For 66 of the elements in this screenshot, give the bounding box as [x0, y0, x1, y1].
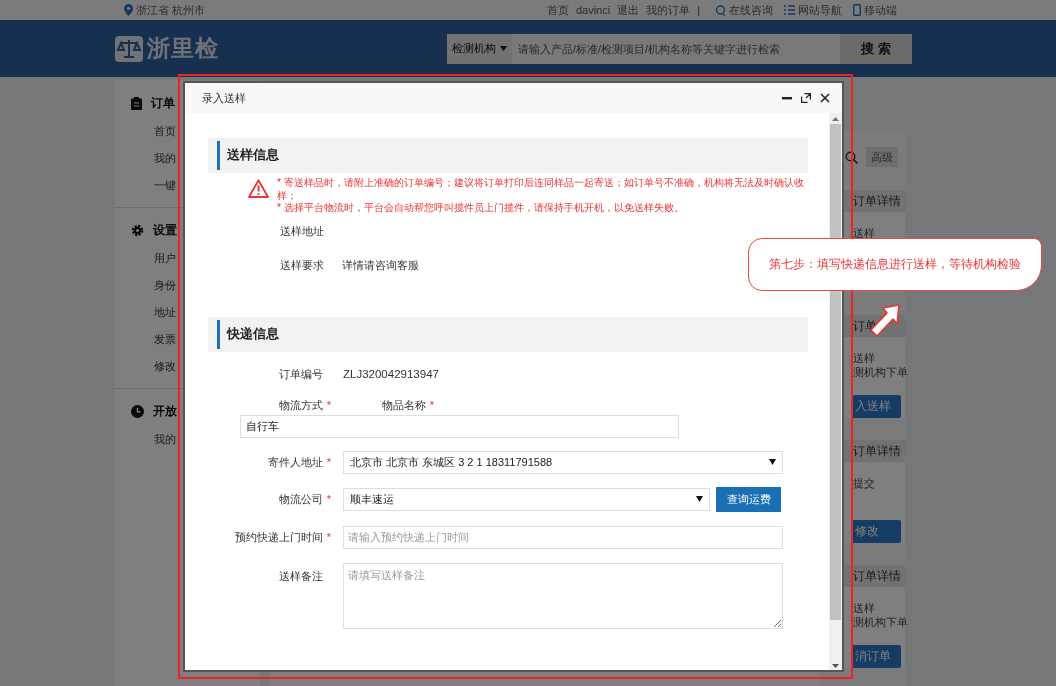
scroll-down-icon[interactable] — [832, 664, 839, 668]
section-header: 快递信息 — [208, 316, 808, 352]
sidebar-section-title: 开放 — [153, 402, 177, 420]
warning-icon — [248, 179, 269, 198]
caret-icon — [769, 459, 776, 465]
top-link[interactable]: 在线咨询 — [715, 2, 773, 18]
scale-logo-icon — [115, 35, 143, 62]
warning-text: * 选择平台物流时，平台会自动帮您呼叫揽件员上门揽件，请保持手机开机，以免送样失败。 — [277, 202, 685, 215]
card-text: 送样 — [853, 226, 876, 240]
clipboard-icon — [131, 96, 142, 110]
close-icon[interactable] — [820, 93, 830, 103]
search-field[interactable]: 请输入产品/标准/检测项目/机构名称等关键字进行检索 — [512, 33, 840, 64]
select-field[interactable]: 北京市 北京市 东城区 3 2 1 18311791588 — [343, 450, 783, 474]
card-text: 送样 — [853, 601, 876, 615]
chat-icon — [715, 4, 726, 16]
scrollbar[interactable] — [829, 113, 842, 670]
card-button[interactable]: 修改 — [853, 520, 901, 543]
caret-icon — [696, 496, 703, 502]
field-label: 送样备注 — [278, 568, 324, 584]
field-label: 物流方式 * — [278, 397, 333, 413]
site-logo: 浙里检 — [147, 34, 219, 63]
search-icon[interactable] — [845, 150, 858, 164]
remark-field[interactable]: 请填写送样备注 — [343, 562, 783, 629]
maximize-icon[interactable] — [801, 93, 811, 103]
callout-text: 第七步：填写快递信息进行送样，等待机构检验 — [769, 257, 1021, 272]
field-label: 送样要求 — [280, 258, 325, 273]
top-link[interactable]: davinci — [575, 4, 611, 16]
sidebar-section-title: 订单 — [151, 94, 175, 112]
top-link[interactable]: 移动端 — [853, 2, 897, 18]
location-text: 浙江省 杭州市 — [136, 2, 206, 18]
top-link[interactable]: 退出 — [617, 2, 640, 18]
section-header: 送样信息 — [208, 138, 808, 173]
separator-text: | — [697, 4, 700, 16]
query-fee-button[interactable]: 查询运费 — [716, 486, 781, 512]
sidebar-section-title: 设置 — [153, 221, 177, 239]
card-text: 送样 — [853, 351, 876, 365]
top-link[interactable]: 我的订单 — [646, 2, 691, 18]
select-field[interactable]: 顺丰速运 — [343, 487, 710, 511]
minimize-icon[interactable] — [782, 96, 792, 100]
field-label: 物品名称 * — [382, 397, 436, 413]
warning-text: * 寄送样品时，请附上准确的订单编号；建议将订单打印后连同样品一起寄送；如订单号不准确，机构将无法及时确认收样； — [277, 177, 805, 202]
time-field[interactable]: 请输入预约快递上门时间 — [343, 525, 783, 549]
search-button[interactable]: 搜 索 — [840, 33, 912, 64]
top-link[interactable]: 网站导航 — [784, 2, 842, 18]
top-link[interactable]: 首页 — [546, 2, 569, 18]
card-button[interactable]: 入送样 — [853, 395, 901, 418]
field-label: 订单编号 — [278, 366, 324, 382]
field-label: 送样地址 — [280, 224, 325, 239]
field-label: 物流公司 * — [278, 492, 333, 507]
caret-icon — [500, 46, 507, 51]
list-icon — [784, 5, 795, 15]
clock-icon — [131, 404, 144, 418]
advanced-button[interactable]: 高级 — [866, 147, 898, 167]
scroll-up-icon[interactable] — [832, 117, 839, 121]
order-number: ZLJ320042913947 — [343, 368, 439, 380]
settings-icon — [131, 223, 144, 237]
field-label: 寄件人地址 * — [267, 454, 333, 470]
dialog-title: 录入送样 — [202, 90, 246, 106]
item-name-field[interactable]: 自行车 — [240, 414, 679, 438]
location-pin-icon — [124, 4, 133, 16]
field-label: 预约快递上门时间 * — [234, 529, 333, 545]
field-value: 详情请咨询客服 — [342, 258, 419, 273]
category-dropdown[interactable]: 检测机构 — [447, 33, 512, 64]
phone-icon — [853, 4, 861, 16]
card-button[interactable]: 消订单 — [853, 645, 901, 668]
card-text: 提交 — [853, 476, 876, 490]
